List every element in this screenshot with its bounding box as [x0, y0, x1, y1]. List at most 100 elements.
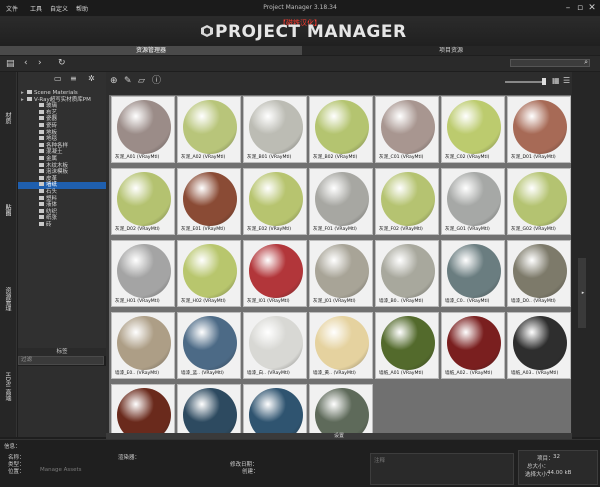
- sort-icon[interactable]: ☰: [563, 76, 570, 86]
- material-card[interactable]: 墙漆_黄.. (VRayMtl): [309, 312, 373, 379]
- minimize-icon[interactable]: –: [562, 2, 574, 14]
- material-card[interactable]: 灰泥_D01 (VRayMtl): [507, 96, 571, 163]
- tree-item-label: 各种各样: [46, 142, 69, 149]
- material-preview: [315, 244, 369, 298]
- material-card[interactable]: 墙纸_A02.. (VRayMtl): [441, 312, 505, 379]
- back-icon[interactable]: ‹: [24, 58, 28, 68]
- material-label: 墙漆_C0.. (VRayMtl): [445, 299, 490, 304]
- vtab-hdri[interactable]: HDRI 高端: [3, 372, 12, 401]
- material-card[interactable]: 灰泥_A02 (VRayMtl): [177, 96, 241, 163]
- material-card[interactable]: 灰泥_B02 (VRayMtl): [309, 96, 373, 163]
- material-card[interactable]: 墙漆_蓝.. (VRayMtl): [177, 312, 241, 379]
- material-card[interactable]: 灰泥_H01 (VRayMtl): [111, 240, 175, 307]
- material-preview: [381, 172, 435, 226]
- folder-icon: [39, 156, 44, 160]
- new-folder-icon[interactable]: ▭: [54, 74, 62, 84]
- material-card[interactable]: 墙漆_C0.. (VRayMtl): [441, 240, 505, 307]
- preview-toggle[interactable]: ▸: [578, 258, 586, 328]
- note-field[interactable]: 注释: [370, 453, 514, 485]
- material-label: 墙漆_黄.. (VRayMtl): [313, 371, 356, 376]
- count-value: 32: [553, 454, 560, 460]
- product-name: PROJECT MANAGER: [215, 22, 407, 42]
- material-preview: [513, 316, 567, 370]
- right-side-panel: ▸: [572, 72, 600, 437]
- info-label: 信息：: [4, 444, 21, 450]
- material-card[interactable]: 墙漆_B0.. (VRayMtl): [375, 240, 439, 307]
- count-label: 项目：: [537, 456, 554, 462]
- material-card[interactable]: 灰泥_C01 (VRayMtl): [375, 96, 439, 163]
- material-label: 灰泥_D02 (VRayMtl): [115, 227, 160, 232]
- apply-icon[interactable]: ✎: [124, 76, 132, 86]
- material-card[interactable]: 灰泥_F02 (VRayMtl): [375, 168, 439, 235]
- search-input[interactable]: ⌕: [510, 58, 590, 67]
- search-icon[interactable]: ⌕: [584, 58, 588, 67]
- panel-icon[interactable]: ▤: [6, 59, 15, 69]
- material-card[interactable]: 墙漆_E0.. (VRayMtl): [111, 312, 175, 379]
- material-card[interactable]: 灰泥_J01 (VRayMtl): [309, 240, 373, 307]
- material-preview: [183, 100, 237, 154]
- tab-project-assets[interactable]: 项目资源: [302, 46, 600, 55]
- material-card[interactable]: 灰泥_G01 (VRayMtl): [441, 168, 505, 235]
- tree-item-label: 瓷器: [46, 116, 58, 123]
- thumbnail-size-slider[interactable]: [505, 81, 545, 83]
- material-card[interactable]: 灰泥_F01 (VRayMtl): [309, 168, 373, 235]
- material-card[interactable]: 墙纸_A03.. (VRayMtl): [507, 312, 571, 379]
- add-material-icon[interactable]: ⊕: [110, 76, 118, 86]
- refresh-icon[interactable]: ↻: [58, 58, 66, 68]
- material-label: 灰泥_A02 (VRayMtl): [181, 155, 226, 160]
- tree-item-label: 瓷砖: [46, 123, 58, 129]
- library-tree: ▭ ≡ ✲ ▸ Scene Materials ▸ V-Ray超写实材质库PM 玻璃 布艺…: [18, 72, 106, 350]
- material-card[interactable]: 灰泥_E01 (VRayMtl): [177, 168, 241, 235]
- material-card[interactable]: 灰泥_G02 (VRayMtl): [507, 168, 571, 235]
- material-preview: [183, 316, 237, 370]
- folder-icon[interactable]: ▱: [138, 76, 145, 86]
- material-card[interactable]: 灰泥_H02 (VRayMtl): [177, 240, 241, 307]
- material-card[interactable]: 墙漆_D0.. (VRayMtl): [507, 240, 571, 307]
- material-label: 灰泥_F01 (VRayMtl): [313, 227, 357, 232]
- vtab-textures[interactable]: 贴图: [3, 204, 12, 216]
- material-preview: [381, 244, 435, 298]
- info-panel: 信息： 名称： 类型： 位置： Manage Assets 渲染器： 修改日期：…: [0, 439, 600, 487]
- material-card[interactable]: 灰泥_C02 (VRayMtl): [441, 96, 505, 163]
- material-card[interactable]: 墙漆_白.. (VRayMtl): [243, 312, 307, 379]
- material-card[interactable]: 灰泥_B01 (VRayMtl): [243, 96, 307, 163]
- material-preview: [249, 244, 303, 298]
- vtab-resources[interactable]: 资源管理: [3, 287, 12, 311]
- material-preview: [513, 100, 567, 154]
- material-label: 墙漆_D0.. (VRayMtl): [511, 299, 556, 304]
- menu-bar: 文件 工具 自定义 帮助 Project Manager 3.18.34 – ▫…: [0, 0, 600, 17]
- material-card[interactable]: 灰泥_E02 (VRayMtl): [243, 168, 307, 235]
- maximize-icon[interactable]: ▫: [574, 2, 586, 14]
- material-card[interactable]: 灰泥_A01 (VRayMtl): [111, 96, 175, 163]
- grid-view-icon[interactable]: ▦: [552, 76, 560, 86]
- material-label: 灰泥_J01 (VRayMtl): [313, 299, 356, 304]
- path-value: Manage Assets: [40, 467, 82, 473]
- tree-item-label: 皮革: [46, 175, 58, 182]
- list-icon[interactable]: ≡: [70, 74, 77, 84]
- vtab-materials[interactable]: 材质: [3, 112, 12, 124]
- folder-icon: [39, 169, 44, 174]
- tree-item-label: 金属: [46, 156, 58, 162]
- material-card[interactable]: 灰泥_I01 (VRayMtl): [243, 240, 307, 307]
- tree-item-label: 墙纸: [46, 182, 58, 189]
- folder-icon: [39, 149, 44, 154]
- tab-asset-browser[interactable]: 资源管理器: [0, 46, 302, 55]
- tree-item[interactable]: 砖: [18, 222, 106, 229]
- material-preview: [447, 316, 501, 370]
- tag-filter-input[interactable]: 过滤: [18, 356, 104, 365]
- close-icon[interactable]: ✕: [586, 2, 598, 14]
- material-card[interactable]: 墙纸_A01 (VRayMtl): [375, 312, 439, 379]
- material-label: 灰泥_I01 (VRayMtl): [247, 299, 290, 304]
- slider-handle[interactable]: [542, 78, 546, 85]
- logo-icon: [201, 25, 213, 37]
- material-preview: [513, 172, 567, 226]
- gear-icon[interactable]: ✲: [88, 74, 95, 84]
- info-icon[interactable]: ⓘ: [152, 76, 161, 86]
- main-toolbar: ▤ ‹ › ↻ ⌕: [0, 56, 600, 71]
- folder-icon: [39, 189, 44, 193]
- folder-icon: [39, 195, 44, 200]
- material-card[interactable]: 灰泥_D02 (VRayMtl): [111, 168, 175, 235]
- material-label: 灰泥_B02 (VRayMtl): [313, 155, 358, 160]
- forward-icon[interactable]: ›: [38, 58, 42, 68]
- folder-icon: [39, 123, 44, 127]
